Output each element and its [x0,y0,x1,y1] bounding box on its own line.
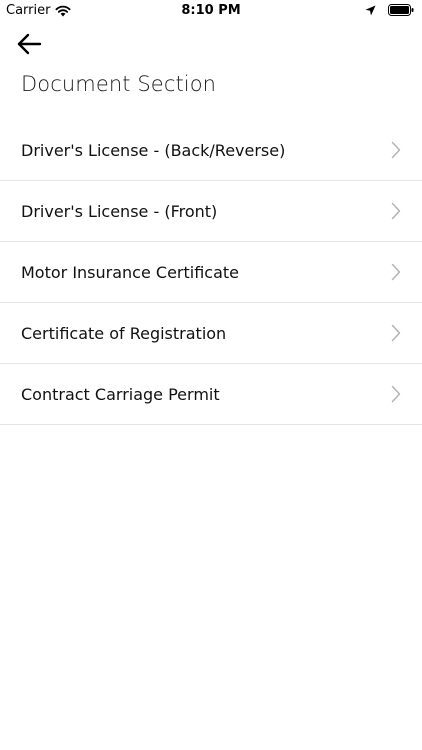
chevron-right-icon [391,202,401,220]
list-item-label: Driver's License - (Front) [21,201,218,221]
list-item-drivers-license-front[interactable]: Driver's License - (Front) [0,181,422,242]
list-item-contract-carriage-permit[interactable]: Contract Carriage Permit [0,364,422,425]
chevron-right-icon [391,385,401,403]
battery-icon [388,4,414,16]
status-time: 8:10 PM [181,3,241,18]
status-right-group [365,4,414,16]
list-item-label: Contract Carriage Permit [21,384,220,404]
arrow-left-icon [16,32,42,60]
back-button[interactable] [16,32,52,60]
location-arrow-icon [365,5,376,16]
list-item-label: Driver's License - (Back/Reverse) [21,140,286,160]
page-title: Document Section [21,72,217,96]
list-item-certificate-of-registration[interactable]: Certificate of Registration [0,303,422,364]
status-bar: Carrier 8:10 PM [0,0,422,22]
list-item-label: Motor Insurance Certificate [21,262,240,282]
list-item-label: Certificate of Registration [21,323,227,343]
list-item-drivers-license-back[interactable]: Driver's License - (Back/Reverse) [0,120,422,181]
chevron-right-icon [391,141,401,159]
list-item-motor-insurance-certificate[interactable]: Motor Insurance Certificate [0,242,422,303]
document-list: Driver's License - (Back/Reverse) Driver… [0,120,422,425]
chevron-right-icon [391,263,401,281]
chevron-right-icon [391,324,401,342]
